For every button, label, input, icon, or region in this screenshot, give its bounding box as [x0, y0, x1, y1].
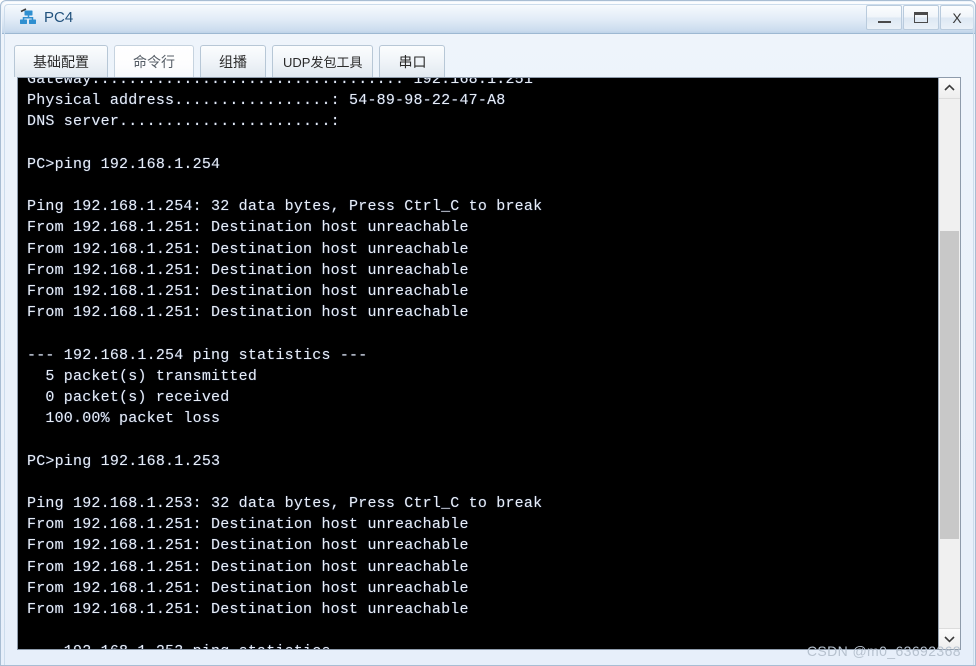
close-button[interactable]: X	[940, 5, 973, 30]
window-title: PC4	[44, 9, 74, 26]
tab-multicast[interactable]: 组播	[200, 45, 266, 77]
tab-serial-port[interactable]: 串口	[379, 45, 446, 77]
title-bar[interactable]: PC4 X	[2, 2, 975, 34]
tab-command-line[interactable]: 命令行	[114, 45, 194, 77]
scroll-up-button[interactable]	[939, 78, 960, 99]
close-icon: X	[952, 9, 962, 26]
pc4-window: PC4 X 基础配置 命令行 组播 UDP发包工具 串口 Gateway....…	[0, 0, 976, 666]
scrollbar-thumb[interactable]	[940, 230, 959, 539]
maximize-icon	[904, 6, 938, 29]
tab-bar: 基础配置 命令行 组播 UDP发包工具 串口	[14, 43, 451, 77]
chevron-down-icon	[944, 635, 955, 643]
minimize-icon	[878, 21, 891, 23]
minimize-button[interactable]	[866, 5, 902, 30]
chevron-up-icon	[944, 84, 955, 92]
console-scrollbar[interactable]	[938, 78, 960, 649]
tab-label: 基础配置	[33, 53, 89, 70]
watermark-text: CSDN @m0_63692368	[806, 643, 961, 659]
pc-network-icon	[18, 8, 38, 28]
console-text: Gateway.................................…	[27, 77, 543, 649]
tab-basic-config[interactable]: 基础配置	[14, 45, 108, 77]
tab-label: 组播	[219, 53, 247, 70]
console-output-panel[interactable]: Gateway.................................…	[17, 77, 961, 650]
tab-label: UDP发包工具	[283, 55, 363, 70]
maximize-button[interactable]	[903, 5, 939, 30]
tab-udp-tool[interactable]: UDP发包工具	[272, 45, 374, 77]
tab-label: 串口	[398, 53, 427, 70]
tab-label: 命令行	[133, 53, 175, 70]
